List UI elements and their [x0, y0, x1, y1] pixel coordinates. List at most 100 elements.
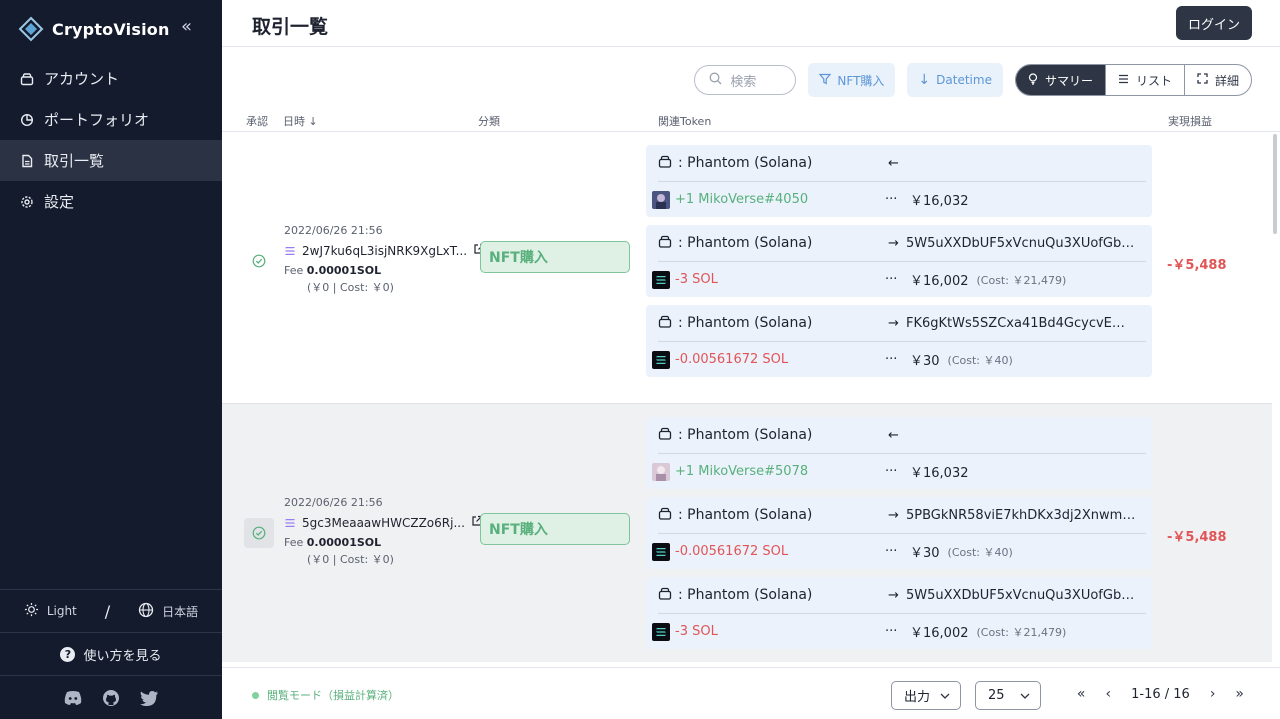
token-wallet-row: : Phantom (Solana) ←	[658, 145, 1146, 182]
realized-pnl: -￥5,488	[1167, 530, 1227, 545]
wallet-icon	[658, 155, 672, 172]
main-content: 取引一覧 ログイン 検索 NFT購入 ↓ Datetime サマリー リスト 詳…	[222, 0, 1280, 719]
brand[interactable]: CryptoVision	[18, 14, 170, 44]
scrollbar[interactable]	[1273, 134, 1277, 234]
footer-bar: 閲覧モード（損益計算済） 出力 25 « ‹ 1-16 / 16 › »	[222, 667, 1280, 719]
solana-icon	[652, 542, 670, 561]
table-row[interactable]: 2022/06/26 21:56 2wJ7ku6qL3isjNRK9XgLxT.…	[222, 132, 1272, 391]
sidebar-footer: Light / 日本語 ? 使い方を見る	[0, 589, 222, 719]
token-card: : Phantom (Solana) → 5W5uXXDbUF5xVcnuQu3…	[646, 577, 1152, 649]
more-icon[interactable]: ···	[885, 192, 910, 207]
token-amount-row: -0.00561672 SOL ··· ￥30 (Cost: ￥40)	[652, 534, 1146, 569]
token-wallet-row: : Phantom (Solana) → 5PBGkNR58viE7khDKx3…	[658, 497, 1146, 534]
export-select[interactable]: 出力	[891, 681, 961, 710]
token-value: ￥30	[910, 354, 940, 369]
column-approve: 承認	[246, 115, 268, 128]
approve-check-icon[interactable]	[244, 246, 274, 276]
token-amount: -0.00561672 SOL	[675, 352, 789, 367]
token-wallet-row: : Phantom (Solana) → 5W5uXXDbUF5xVcnuQu3…	[658, 577, 1146, 614]
tx-date: 2022/06/26 21:56	[284, 224, 383, 237]
export-label: 出力	[904, 690, 931, 705]
brand-name: CryptoVision	[52, 19, 170, 39]
counterparty-address[interactable]: FK6gKtWs5SZCxa41Bd4GcycvEMEi...	[906, 316, 1136, 331]
sidebar-item-portfolio[interactable]: ポートフォリオ	[0, 99, 222, 140]
view-detail[interactable]: 詳細	[1183, 65, 1251, 95]
token-card: : Phantom (Solana) → 5W5uXXDbUF5xVcnuQu3…	[646, 225, 1152, 297]
approve-check-icon[interactable]	[244, 518, 274, 548]
logo-icon	[18, 16, 44, 42]
help-icon: ?	[60, 646, 76, 662]
tx-meta: 2022/06/26 21:56 2wJ7ku6qL3isjNRK9XgLxT.…	[284, 224, 485, 295]
pie-chart-icon	[20, 113, 34, 127]
sidebar-item-transactions[interactable]: 取引一覧	[0, 140, 222, 181]
mode-label: 閲覧モード（損益計算済）	[267, 689, 399, 702]
filter-chip[interactable]: NFT購入	[808, 63, 896, 97]
table-row[interactable]: 2022/06/26 21:56 5gc3MeaaawHWCZZo6Rj... …	[222, 403, 1272, 662]
solana-icon	[652, 350, 670, 369]
counterparty-address[interactable]: 5W5uXXDbUF5xVcnuQu3XUofGb7t...	[906, 588, 1136, 603]
wallet-name: : Phantom (Solana)	[678, 235, 813, 251]
globe-icon[interactable]	[138, 602, 154, 621]
tx-hash[interactable]: 2wJ7ku6qL3isjNRK9XgLxT...	[302, 244, 467, 258]
discord-icon[interactable]	[63, 688, 83, 708]
sidebar-item-settings[interactable]: 設定	[0, 181, 222, 222]
github-icon[interactable]	[101, 688, 121, 708]
view-summary[interactable]: サマリー	[1015, 65, 1105, 95]
fee-cost: (￥0 | Cost: ￥0)	[307, 553, 394, 566]
category-badge: NFT購入	[480, 241, 630, 273]
first-page-icon[interactable]: «	[1077, 686, 1086, 702]
sidebar-item-account[interactable]: アカウント	[0, 58, 222, 99]
token-wallet-row: : Phantom (Solana) → FK6gKtWs5SZCxa41Bd4…	[658, 305, 1146, 342]
prev-page-icon[interactable]: ‹	[1106, 686, 1112, 702]
help-link[interactable]: ? 使い方を見る	[0, 632, 222, 675]
document-icon	[20, 154, 34, 168]
counterparty-address[interactable]: 5PBGkNR58viE7khDKx3dj2Xnwm6...	[906, 508, 1136, 523]
token-card: : Phantom (Solana) ← +1 MikoVerse#5078 ·…	[646, 417, 1152, 489]
search-placeholder: 検索	[730, 74, 757, 90]
token-value: ￥16,032	[910, 194, 969, 209]
language-selector[interactable]: 日本語	[162, 603, 198, 620]
sort-label: Datetime	[936, 73, 992, 87]
double-chevron-left-icon[interactable]: «	[181, 16, 192, 37]
more-icon[interactable]: ···	[885, 544, 910, 559]
token-amount-row: +1 MikoVerse#4050 ··· ￥16,032	[652, 182, 1146, 217]
token-cost: (Cost: ￥21,479)	[976, 273, 1067, 287]
theme-toggle[interactable]: Light	[47, 604, 77, 618]
token-value: ￥16,002	[910, 626, 969, 641]
solana-icon	[652, 270, 670, 289]
bulb-icon	[1028, 72, 1038, 88]
fee-cost: (￥0 | Cost: ￥0)	[307, 281, 394, 294]
more-icon[interactable]: ···	[885, 464, 910, 479]
wallet-icon	[658, 507, 672, 524]
wallet-name: : Phantom (Solana)	[678, 427, 813, 443]
search-input[interactable]: 検索	[694, 65, 797, 95]
token-value: ￥30	[910, 546, 940, 561]
nft-thumbnail	[652, 190, 670, 209]
tx-hash[interactable]: 5gc3MeaaawHWCZZo6Rj...	[302, 516, 465, 530]
sort-chip[interactable]: ↓ Datetime	[907, 63, 1003, 97]
help-label: 使い方を見る	[83, 648, 162, 664]
token-amount-row: -3 SOL ··· ￥16,002 (Cost: ￥21,479)	[652, 262, 1146, 297]
tx-fee: Fee 0.00001SOL	[284, 536, 483, 549]
twitter-icon[interactable]	[139, 688, 159, 708]
login-button[interactable]: ログイン	[1176, 6, 1252, 40]
last-page-icon[interactable]: »	[1235, 686, 1244, 702]
sun-icon[interactable]	[24, 602, 39, 620]
page-size-select[interactable]: 25	[975, 681, 1041, 710]
more-icon[interactable]: ···	[885, 352, 910, 367]
more-icon[interactable]: ···	[885, 272, 910, 287]
column-pnl: 実現損益	[1168, 115, 1212, 128]
column-datetime[interactable]: 日時 ↓	[283, 113, 318, 129]
page-info: 1-16 / 16	[1131, 686, 1190, 702]
fee-label: Fee	[284, 536, 304, 549]
tx-hash-line: 5gc3MeaaawHWCZZo6Rj...	[284, 515, 483, 530]
solana-icon	[285, 518, 295, 527]
view-list[interactable]: リスト	[1104, 65, 1184, 95]
filter-label: NFT購入	[837, 73, 885, 88]
next-page-icon[interactable]: ›	[1210, 686, 1216, 702]
tx-fee: Fee 0.00001SOL	[284, 264, 485, 277]
counterparty-address[interactable]: 5W5uXXDbUF5xVcnuQu3XUofGb7t...	[906, 236, 1136, 251]
more-icon[interactable]: ···	[885, 624, 910, 639]
pagination: « ‹ 1-16 / 16 › »	[1077, 686, 1244, 702]
table-body: 2022/06/26 21:56 2wJ7ku6qL3isjNRK9XgLxT.…	[222, 132, 1272, 662]
